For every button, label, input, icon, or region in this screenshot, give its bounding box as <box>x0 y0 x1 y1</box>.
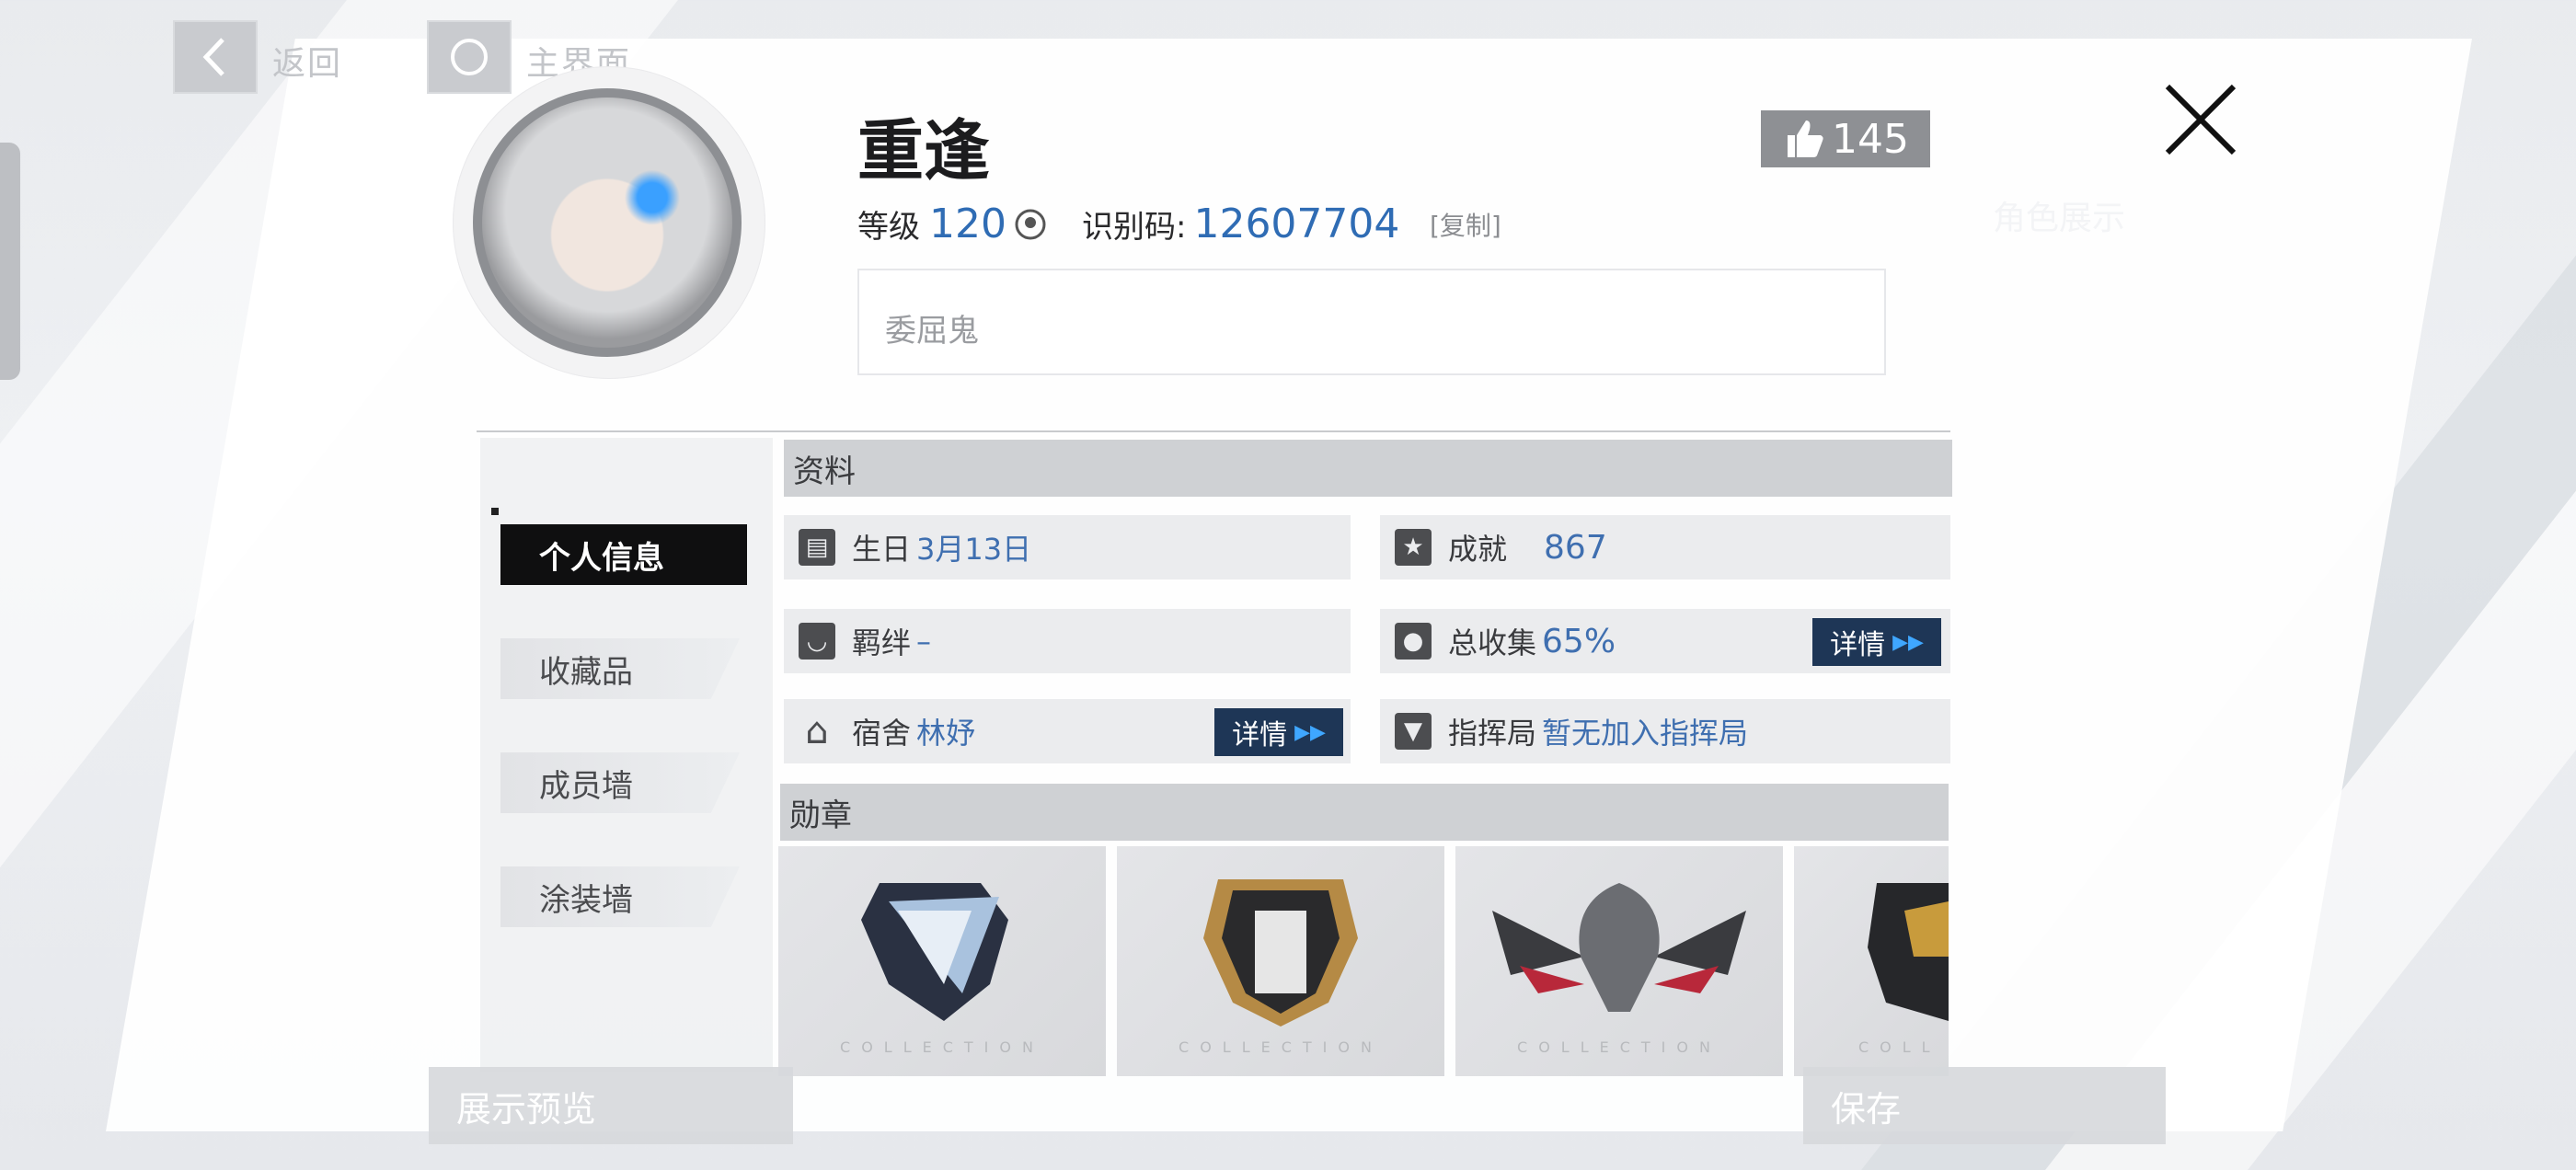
command-label: 指挥局 <box>1448 716 1537 751</box>
save-button[interactable]: 保存 <box>1803 1067 2166 1144</box>
double-arrow-icon: ▶▶ <box>1892 630 1924 654</box>
medal-collection-text: COLLECTION <box>1179 1038 1383 1056</box>
thumbs-up-icon <box>1788 120 1823 157</box>
id-card-icon: ▤ <box>799 529 835 566</box>
gold-medal-icon <box>1868 883 1949 1021</box>
medal-grey-raven[interactable]: COLLECTION <box>778 846 1106 1076</box>
achievement-row: ★ 成就 867 <box>1380 515 1950 579</box>
player-name: 重逢 <box>857 112 991 189</box>
level-badge-icon <box>1015 209 1046 239</box>
double-arrow-icon: ▶▶ <box>1294 720 1326 744</box>
dorm-value: 林妤 <box>916 716 976 751</box>
medal-collection-text: COLL <box>1858 1038 1941 1056</box>
level-value: 120 <box>929 201 1006 247</box>
achievement-label: 成就 <box>1448 532 1508 567</box>
likes-badge[interactable]: 145 <box>1761 110 1930 167</box>
medal-gold[interactable]: COLL <box>1794 846 1949 1076</box>
medal-collection-text: COLLECTION <box>1517 1038 1721 1056</box>
birthday-value: 3月13日 <box>916 532 1032 567</box>
home-button[interactable] <box>427 20 512 94</box>
copy-id-button[interactable]: [复制] <box>1430 206 1501 243</box>
skull-medal-icon <box>1492 883 1746 1012</box>
level-id-row: 等级 120 识别码: 12607704 <box>857 201 1399 247</box>
collection-value: 65% <box>1542 622 1616 660</box>
home-circle-icon <box>451 39 488 75</box>
dorm-detail-button[interactable]: 详情 ▶▶ <box>1214 708 1343 756</box>
smile-icon: ◡ <box>799 623 835 660</box>
id-value: 12607704 <box>1193 201 1400 247</box>
house-icon: ⌂ <box>805 710 829 752</box>
ghost-label: 角色展示 <box>1993 200 2126 237</box>
dorm-label: 宿舍 <box>852 716 912 751</box>
header-divider <box>477 430 1950 432</box>
menu-item-coating-wall[interactable]: 涂装墙 <box>500 866 740 927</box>
id-label: 识别码: <box>1081 209 1187 246</box>
dorm-detail-label: 详情 <box>1232 719 1288 751</box>
medal-winged-skull[interactable]: COLLECTION <box>1455 846 1783 1076</box>
menu-item-member-wall[interactable]: 成员墙 <box>500 752 740 813</box>
command-row: ▼ 指挥局 暂无加入指挥局 <box>1380 699 1950 763</box>
medals-section-header: 勋章 <box>780 784 1949 841</box>
menu-item-personal-info[interactable]: 个人信息 <box>500 524 747 585</box>
back-label[interactable]: 返回 <box>272 37 342 85</box>
figure-icon: ● <box>1395 623 1432 660</box>
collection-label: 总收集 <box>1448 625 1537 660</box>
chevron-left-icon <box>202 38 224 76</box>
medal-collection-text: COLLECTION <box>840 1038 1044 1056</box>
shield-icon: ▼ <box>1395 713 1432 750</box>
back-button[interactable] <box>173 20 258 94</box>
signature-field[interactable]: 委屈鬼 <box>857 269 1886 375</box>
collection-detail-label: 详情 <box>1830 629 1886 661</box>
birthday-row: ▤ 生日 3月13日 <box>784 515 1351 579</box>
menu-item-collectibles[interactable]: 收藏品 <box>500 638 740 699</box>
info-section-header: 资料 <box>784 440 1952 497</box>
bond-value: – <box>916 624 932 659</box>
likes-count: 145 <box>1832 115 1909 163</box>
side-drawer-handle[interactable] <box>0 143 20 380</box>
star-flag-icon: ★ <box>1395 529 1432 566</box>
close-icon[interactable] <box>2162 81 2239 158</box>
avatar[interactable] <box>473 88 742 357</box>
command-value: 暂无加入指挥局 <box>1542 716 1749 751</box>
wing-medal-icon <box>861 883 1008 1021</box>
preview-button[interactable]: 展示预览 <box>429 1067 793 1144</box>
menu-marker <box>491 508 499 515</box>
bond-label: 羁绊 <box>852 625 912 660</box>
shield-medal-icon <box>1203 879 1358 1027</box>
bond-row: ◡ 羁绊 – <box>784 609 1351 673</box>
birthday-label: 生日 <box>852 532 912 567</box>
collection-detail-button[interactable]: 详情 ▶▶ <box>1812 618 1941 666</box>
medal-pioneer[interactable]: COLLECTION <box>1117 846 1444 1076</box>
level-label: 等级 <box>857 209 920 246</box>
achievement-value: 867 <box>1544 528 1607 567</box>
